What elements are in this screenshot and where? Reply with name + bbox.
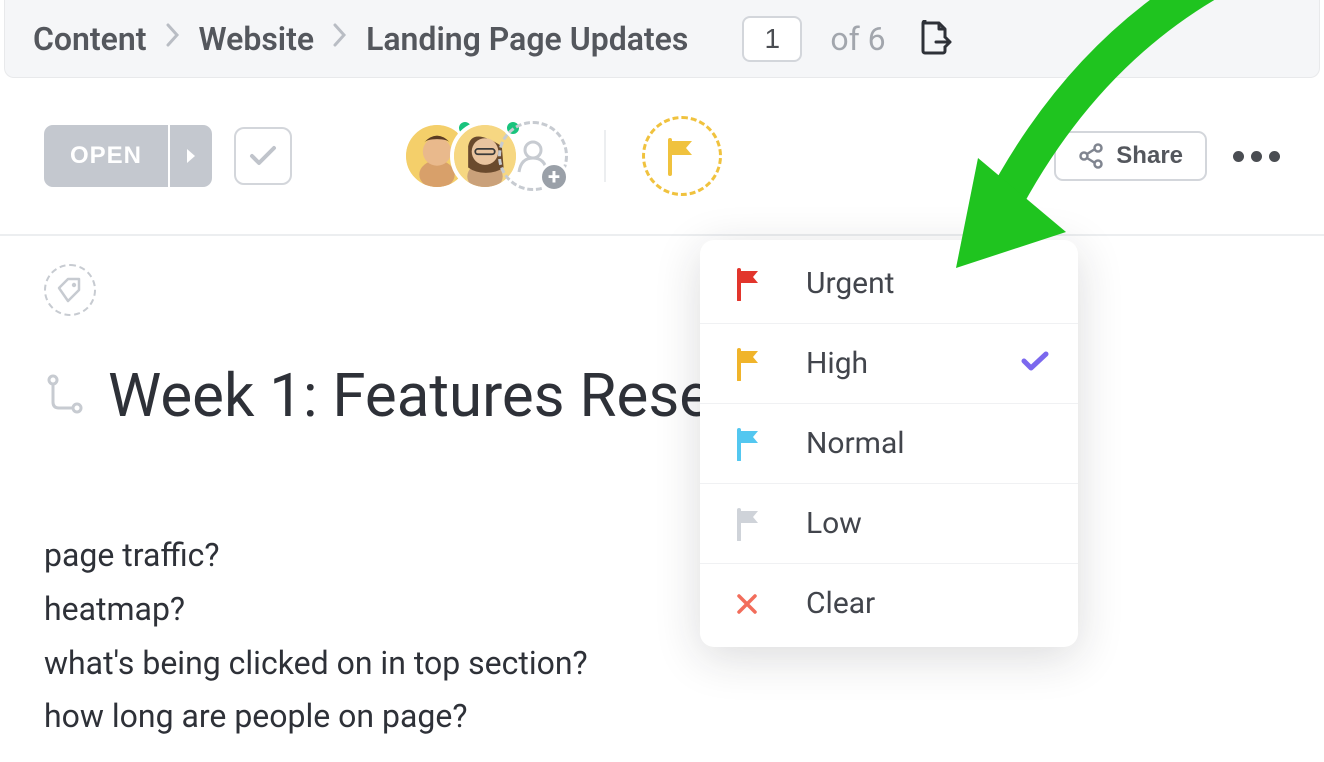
more-menu-button[interactable]: [1233, 151, 1280, 162]
flag-icon: [734, 429, 764, 459]
chevron-right-icon: [165, 22, 181, 55]
priority-option-clear[interactable]: Clear: [700, 564, 1078, 643]
priority-label: Low: [806, 506, 862, 541]
priority-option-high[interactable]: High: [700, 324, 1078, 404]
add-assignee-button[interactable]: +: [498, 121, 568, 191]
task-content: Week 1: Features Research page traffic? …: [0, 236, 1324, 744]
chevron-right-icon: [332, 22, 348, 55]
priority-label: High: [806, 346, 868, 381]
task-description[interactable]: page traffic? heatmap? what's being clic…: [44, 529, 1280, 744]
breadcrumb-item-website[interactable]: Website: [199, 20, 315, 58]
tag-icon: [55, 275, 85, 305]
selected-check-icon: [1020, 346, 1050, 381]
breadcrumb-item-content[interactable]: Content: [33, 20, 147, 58]
status-open-button[interactable]: OPEN: [44, 125, 168, 187]
priority-dropdown: Urgent High Normal Low Clear: [700, 240, 1078, 647]
caret-right-icon: [184, 147, 198, 165]
flag-icon: [734, 269, 764, 299]
body-line: what's being clicked on in top section?: [44, 637, 1280, 691]
divider: [604, 130, 606, 182]
priority-option-urgent[interactable]: Urgent: [700, 244, 1078, 324]
check-icon: [248, 144, 278, 168]
task-toolbar: OPEN: [0, 78, 1324, 236]
breadcrumb-item-landing[interactable]: Landing Page Updates: [366, 20, 688, 58]
add-tag-button[interactable]: [44, 264, 96, 316]
subtask-icon: [44, 371, 86, 421]
breadcrumb: Content Website Landing Page Updates of …: [4, 0, 1320, 78]
document-out-icon[interactable]: [918, 20, 952, 58]
priority-option-normal[interactable]: Normal: [700, 404, 1078, 484]
page-number-input[interactable]: [742, 16, 802, 62]
priority-label: Urgent: [806, 266, 894, 301]
body-line: heatmap?: [44, 583, 1280, 637]
page-total-label: of 6: [830, 20, 885, 58]
priority-label: Clear: [806, 586, 875, 621]
share-icon: [1078, 143, 1104, 169]
body-line: how long are people on page?: [44, 690, 1280, 744]
close-icon: [734, 589, 764, 619]
share-label: Share: [1116, 142, 1183, 170]
priority-label: Normal: [806, 426, 905, 461]
priority-flag-button[interactable]: [642, 116, 722, 196]
flag-icon: [734, 509, 764, 539]
share-button[interactable]: Share: [1054, 131, 1207, 181]
mark-complete-button[interactable]: [234, 127, 292, 185]
priority-option-low[interactable]: Low: [700, 484, 1078, 564]
status-dropdown-button[interactable]: [168, 125, 212, 187]
plus-icon: +: [539, 162, 569, 192]
flag-icon: [664, 136, 700, 176]
flag-icon: [734, 349, 764, 379]
body-line: page traffic?: [44, 529, 1280, 583]
